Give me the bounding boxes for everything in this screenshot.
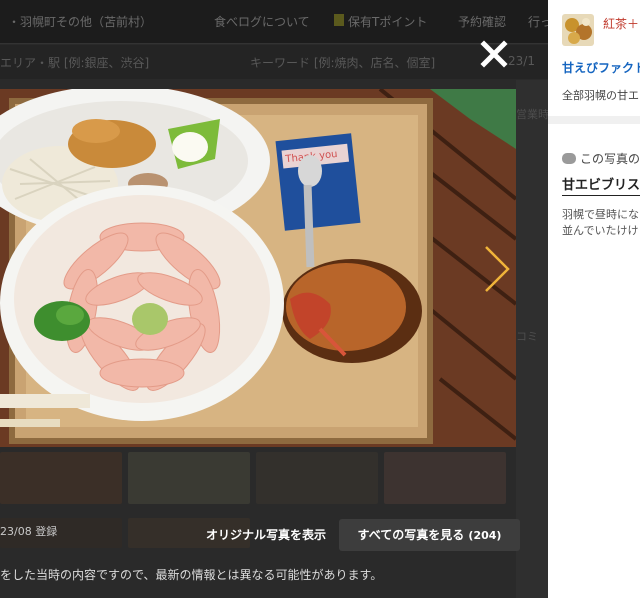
review-text-line: 羽幌で昼時にな: [562, 208, 639, 221]
thumbnail: [384, 452, 506, 504]
comment-bubble-icon: [562, 153, 576, 164]
info-notice: をした当時の内容ですので、最新の情報とは異なる可能性があります。: [0, 568, 383, 582]
chevron-right-icon: [485, 246, 510, 292]
background-thumbnails: [0, 452, 520, 512]
background-search-bar: エリア・駅 [例:銀座、渋谷] キーワード [例:焼肉、店名、個室] 23/1: [0, 45, 548, 79]
photo-date: 23/08 登録: [0, 525, 58, 538]
background-area-search: エリア・駅 [例:銀座、渋谷]: [0, 56, 150, 70]
background-nav-item: 保有Tポイント: [348, 15, 428, 29]
poster-info: 紅茶＋ 甘えびファクト 全部羽幌の甘エ: [548, 0, 640, 124]
view-all-photos-label: すべての写真を見る: [357, 528, 465, 542]
photo-comment-heading-text: この写真の: [580, 152, 640, 166]
photo-count: (204): [468, 529, 502, 542]
background-date: 23/1: [508, 54, 535, 68]
photo-side-panel: 紅茶＋ 甘えびファクト 全部羽幌の甘エ この写真の 甘エビブリス 羽幌で昼時にな…: [548, 0, 640, 598]
main-photo: Thank you: [0, 89, 516, 447]
background-label: コミ: [516, 330, 538, 343]
background-area-text: ・羽幌町その他（苫前村）: [8, 15, 153, 29]
avatar-image: [562, 14, 594, 46]
thumbnail: [0, 452, 122, 504]
background-nav-item: 予約確認: [458, 15, 507, 29]
tpoint-icon: [334, 14, 344, 26]
background-nav-item: 行っ: [528, 15, 548, 29]
close-icon: [480, 40, 508, 68]
food-photo-illustration: Thank you: [0, 89, 516, 447]
background-keyword-search: キーワード [例:焼肉、店名、個室]: [250, 56, 436, 70]
show-original-photo-button[interactable]: オリジナル写真を表示: [196, 520, 336, 550]
avatar[interactable]: [562, 14, 594, 46]
thumbnail: [256, 452, 378, 504]
background-nav: ・羽幌町その他（苫前村） 食べログについて 保有Tポイント 予約確認 行っ: [0, 0, 548, 44]
thumbnail: [128, 452, 250, 504]
review-title-link[interactable]: 甘エビブリス: [562, 174, 640, 196]
next-photo-button[interactable]: [478, 243, 514, 295]
shop-area: 全部羽幌の甘エ: [562, 89, 639, 102]
review-text-line: 並んでいたけけ: [562, 224, 639, 237]
close-button[interactable]: [478, 38, 510, 70]
user-name[interactable]: 紅茶＋: [603, 15, 639, 32]
shop-name-link[interactable]: 甘えびファクト: [562, 59, 640, 76]
background-label: 営業時: [516, 108, 548, 121]
background-nav-item: 食べログについて: [214, 15, 310, 29]
photo-comment-heading: この写真の: [562, 150, 640, 167]
view-all-photos-button[interactable]: すべての写真を見る (204): [339, 519, 520, 551]
